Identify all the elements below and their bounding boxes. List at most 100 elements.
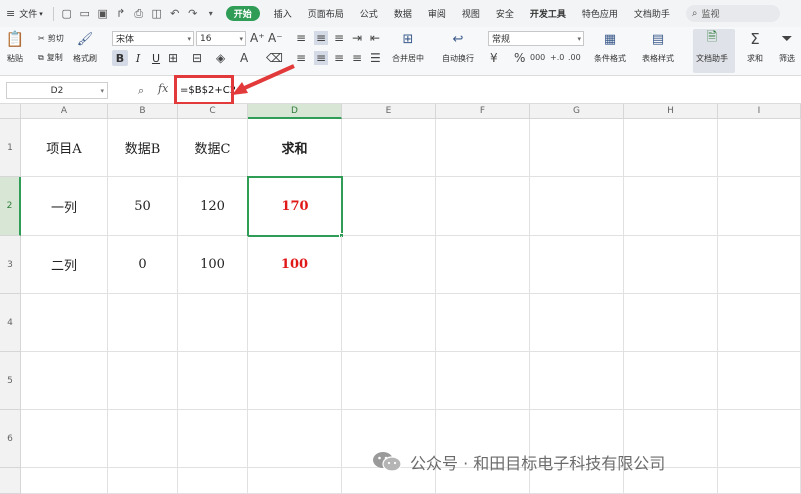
cell-g3[interactable] [530,236,624,294]
cell-e4[interactable] [342,294,436,352]
cell-b5[interactable] [108,352,178,410]
cell-e5[interactable] [342,352,436,410]
cell-c3[interactable]: 100 [178,236,248,294]
increase-decimal-button[interactable]: +.0 [550,53,564,62]
decrease-decimal-button[interactable]: .00 [568,53,581,62]
currency-icon[interactable]: ¥ [490,51,498,65]
align-middle-icon[interactable]: ≡ [314,31,329,45]
fx-icon[interactable]: fx [158,82,168,95]
row-header-4[interactable]: 4 [0,294,21,352]
cell-a6[interactable] [21,410,108,468]
cell-a5[interactable] [21,352,108,410]
font-size-select[interactable]: 16 ▾ [196,31,246,46]
print-preview-icon[interactable]: ◫ [149,6,165,22]
cell-h3[interactable] [624,236,718,294]
font-grow-icon[interactable]: A⁺ [250,31,265,45]
row-header-6[interactable]: 6 [0,410,21,468]
tab-doc-assistant[interactable]: 文档助手 [626,0,678,27]
column-header-c[interactable]: C [178,104,248,119]
search-box[interactable]: ⌕ 监视 [685,5,780,22]
tab-review[interactable]: 审阅 [420,0,454,27]
table-style-button[interactable]: ▤ 表格样式 [642,29,674,64]
cell-b7[interactable] [108,468,178,494]
column-header-f[interactable]: F [436,104,530,119]
italic-button[interactable]: I [130,50,146,66]
tab-developer[interactable]: 开发工具 [522,0,574,27]
save-icon[interactable]: ▣ [95,6,111,22]
cut-button[interactable]: ✂ 剪切 [38,33,67,44]
tab-special[interactable]: 特色应用 [574,0,626,27]
cell-a4[interactable] [21,294,108,352]
undo-icon[interactable]: ↶ [167,6,183,22]
column-header-a[interactable]: A [21,104,108,119]
cell-i1[interactable] [718,119,801,177]
cell-a3[interactable]: 二列 [21,236,108,294]
copy-button[interactable]: ⧉ 复制 [38,52,66,63]
cell-i5[interactable] [718,352,801,410]
font-shrink-icon[interactable]: A⁻ [268,31,283,45]
cell-g4[interactable] [530,294,624,352]
cell-e1[interactable] [342,119,436,177]
bold-button[interactable]: B [112,50,128,66]
row-header-2[interactable]: 2 [0,177,21,236]
row-header-5[interactable]: 5 [0,352,21,410]
cell-b6[interactable] [108,410,178,468]
cell-h5[interactable] [624,352,718,410]
row-header-1[interactable]: 1 [0,119,21,177]
name-box[interactable]: D2 ▾ [6,82,108,99]
tab-data[interactable]: 数据 [386,0,420,27]
sum-button[interactable]: Σ 求和 [744,29,766,64]
tab-page-layout[interactable]: 页面布局 [300,0,352,27]
cell-i3[interactable] [718,236,801,294]
cell-f2[interactable] [436,177,530,236]
column-header-g[interactable]: G [530,104,624,119]
cell-e2[interactable] [343,177,436,236]
cell-a7[interactable] [21,468,108,494]
align-center-icon[interactable]: ≡ [314,51,329,65]
cell-g1[interactable] [530,119,624,177]
cell-c4[interactable] [178,294,248,352]
justify-icon[interactable]: ≡ [352,51,362,65]
file-menu[interactable]: ≡ 文件 ▾ [0,0,49,27]
cell-g2[interactable] [530,177,624,236]
customize-chevron-icon[interactable]: ▾ [203,6,219,22]
cell-d7[interactable] [248,468,342,494]
cell-d1[interactable]: 求和 [248,119,342,177]
cell-d5[interactable] [248,352,342,410]
cell-c6[interactable] [178,410,248,468]
row-header-3[interactable]: 3 [0,236,21,294]
cell-d2[interactable]: 170 [247,176,343,237]
cell-c2[interactable]: 120 [178,177,248,236]
tab-formulas[interactable]: 公式 [352,0,386,27]
cell-b4[interactable] [108,294,178,352]
align-bottom-icon[interactable]: ≡ [334,31,344,45]
redo-icon[interactable]: ↷ [185,6,201,22]
cell-i2[interactable] [718,177,801,236]
column-header-i[interactable]: I [718,104,801,119]
cell-g5[interactable] [530,352,624,410]
select-all-corner[interactable] [0,104,21,119]
tab-home[interactable]: 开始 [225,6,260,21]
cell-b2[interactable]: 50 [108,177,178,236]
cell-f1[interactable] [436,119,530,177]
cell-d4[interactable] [248,294,342,352]
cell-a1[interactable]: 项目A [21,119,108,177]
cell-b3[interactable]: 0 [108,236,178,294]
font-name-select[interactable]: 宋体 ▾ [112,31,194,46]
tab-view[interactable]: 视图 [454,0,488,27]
number-format-select[interactable]: 常规 ▾ [488,31,584,46]
zoom-search-icon[interactable]: ⌕ [138,84,144,98]
cell-i7[interactable] [718,468,801,494]
print-icon[interactable]: ⎙ [131,6,147,22]
cell-f5[interactable] [436,352,530,410]
format-painter-button[interactable]: 🖌 格式刷 [73,29,97,64]
spreadsheet-grid[interactable]: A B C D E F G H I 1 2 3 4 5 6 项目A 数据B 数据… [0,104,801,494]
tab-security[interactable]: 安全 [488,0,522,27]
wrap-text-button[interactable]: ↩ 自动换行 [442,29,474,64]
border-icon[interactable]: ⊞ [168,51,178,65]
cell-i6[interactable] [718,410,801,468]
cell-f4[interactable] [436,294,530,352]
paste-button[interactable]: 📋 粘贴 [4,29,26,64]
table-icon[interactable]: ⊟ [192,51,202,65]
fill-color-icon[interactable]: ◈ [216,51,225,65]
